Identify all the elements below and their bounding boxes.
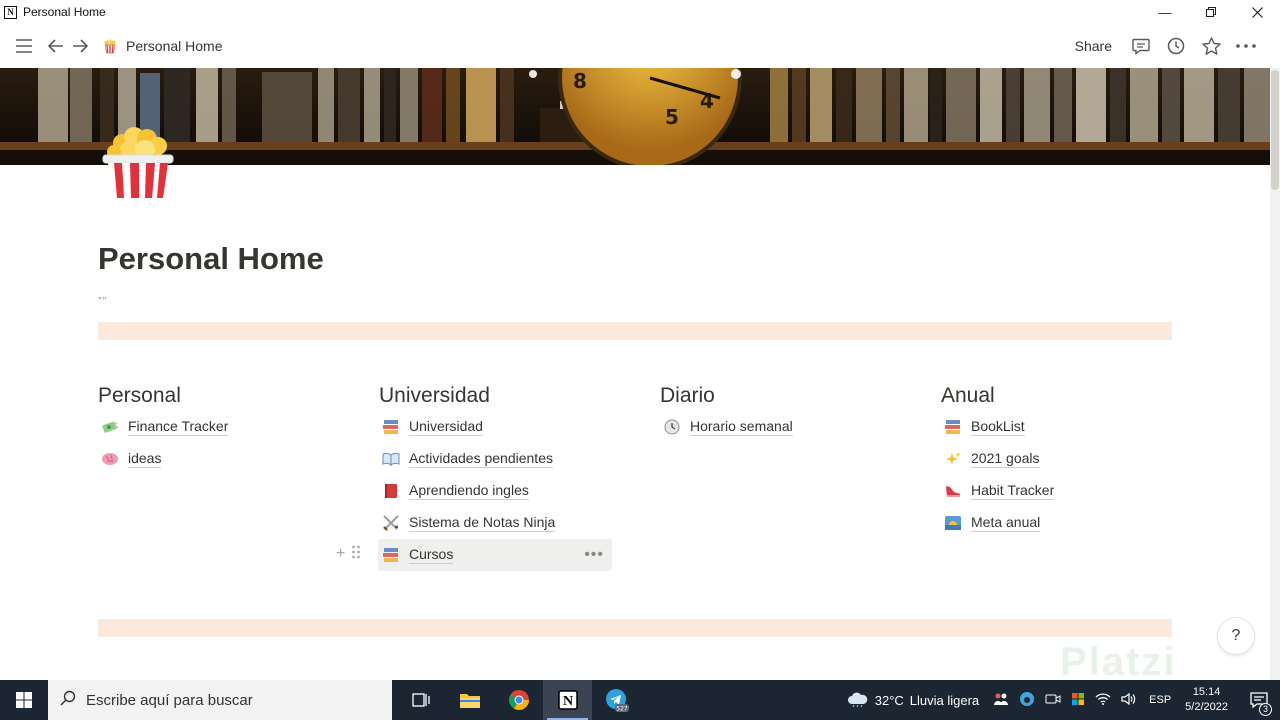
forward-arrow-icon[interactable] — [68, 34, 92, 58]
back-arrow-icon[interactable] — [44, 34, 68, 58]
windows-start-icon[interactable] — [0, 680, 48, 720]
window-title-bar: N Personal Home — — [0, 0, 1280, 24]
file-explorer-icon[interactable] — [445, 680, 494, 720]
column-anual: Anual BookList 2021 goals Habit Tracker … — [941, 381, 1201, 539]
notion-topbar: Personal Home Share — [0, 24, 1270, 68]
page-link-ideas[interactable]: ideas — [100, 443, 358, 475]
page-link-booklist[interactable]: BookList — [943, 411, 1201, 443]
page-link-sistema-notas-ninja[interactable]: Sistema de Notas Ninja — [381, 507, 639, 539]
cover-image[interactable]: 8 4 5 — [0, 68, 1270, 165]
page-link-actividades-pendientes[interactable]: Actividades pendientes — [381, 443, 639, 475]
breadcrumb-label: Personal Home — [126, 38, 223, 54]
telegram-badge: 527 — [616, 706, 628, 713]
column-heading[interactable]: Universidad — [379, 381, 639, 411]
more-options-icon[interactable] — [1234, 34, 1258, 58]
page-link-horario-semanal[interactable]: Horario semanal — [662, 411, 920, 443]
telegram-icon[interactable]: 527 — [592, 680, 641, 720]
share-button[interactable]: Share — [1075, 38, 1112, 54]
minimize-button[interactable]: — — [1142, 0, 1188, 24]
help-button[interactable]: ? — [1218, 618, 1254, 654]
task-view-icon[interactable] — [396, 680, 445, 720]
page-link-finance-tracker[interactable]: Finance Tracker — [100, 411, 358, 443]
shoe-icon — [944, 482, 962, 500]
callout-divider — [98, 619, 1172, 637]
rain-cloud-icon — [847, 692, 867, 708]
brain-icon — [101, 450, 119, 468]
breadcrumb[interactable]: Personal Home — [102, 38, 223, 54]
clock-icon — [663, 418, 681, 436]
favorite-star-icon[interactable] — [1199, 34, 1223, 58]
search-icon — [60, 690, 76, 710]
block-more-icon[interactable]: ••• — [584, 546, 604, 564]
swords-icon — [382, 514, 400, 532]
comments-icon[interactable] — [1129, 34, 1153, 58]
clock-date: 5/2/2022 — [1185, 701, 1228, 713]
red-book-icon — [382, 482, 400, 500]
clock-time: 15:14 — [1192, 686, 1221, 698]
add-block-icon[interactable]: + — [336, 545, 345, 564]
svg-text:8: 8 — [573, 69, 587, 93]
books-icon — [382, 546, 400, 564]
quote-text[interactable]: „„ — [98, 289, 107, 301]
input-language[interactable]: ESP — [1149, 694, 1171, 706]
edge-icon[interactable] — [1019, 691, 1035, 710]
notion-taskbar-icon[interactable]: N — [543, 680, 592, 720]
page-scrollbar[interactable] — [1270, 68, 1280, 680]
block-handles: + — [336, 545, 361, 564]
column-heading[interactable]: Anual — [941, 381, 1201, 411]
volume-icon[interactable] — [1121, 692, 1137, 709]
callout-divider — [98, 322, 1172, 340]
window-title: Personal Home — [23, 5, 106, 19]
notification-count: 3 — [1259, 703, 1272, 716]
windows-taskbar: Escribe aquí para buscar N 527 32°C Lluv… — [0, 680, 1280, 720]
weather-text: Lluvia ligera — [909, 692, 980, 708]
meet-now-icon[interactable] — [1045, 692, 1061, 709]
column-heading[interactable]: Personal — [98, 381, 358, 411]
column-diario: Diario Horario semanal — [660, 381, 920, 443]
column-universidad: Universidad Universidad Actividades pend… — [378, 381, 639, 571]
history-clock-icon[interactable] — [1164, 34, 1188, 58]
taskbar-search-input[interactable]: Escribe aquí para buscar — [48, 680, 392, 720]
open-book-icon — [382, 450, 400, 468]
windows-security-icon[interactable] — [1071, 692, 1085, 709]
restore-button[interactable] — [1188, 0, 1234, 24]
sparkles-icon — [944, 450, 962, 468]
notification-center-icon[interactable]: 3 — [1244, 692, 1274, 716]
column-personal: Personal Finance Tracker ideas — [98, 381, 358, 475]
page-link-universidad[interactable]: Universidad — [381, 411, 639, 443]
chrome-icon[interactable] — [494, 680, 543, 720]
books-icon — [944, 418, 962, 436]
people-icon[interactable] — [993, 692, 1009, 709]
page-link-meta-anual[interactable]: Meta anual — [943, 507, 1201, 539]
money-icon — [101, 418, 119, 436]
scrollbar-thumb[interactable] — [1271, 70, 1279, 190]
search-placeholder: Escribe aquí para buscar — [86, 691, 253, 709]
page-link-cursos[interactable]: Cursos ••• — [378, 539, 612, 571]
page-title[interactable]: Personal Home — [98, 241, 324, 277]
page-link-2021-goals[interactable]: 2021 goals — [943, 443, 1201, 475]
column-heading[interactable]: Diario — [660, 381, 920, 411]
svg-text:N: N — [562, 694, 572, 709]
sidebar-menu-icon[interactable] — [12, 34, 36, 58]
system-tray: 32°C Lluvia ligera ESP 15:14 5/2/2022 3 — [847, 680, 1280, 720]
page-link-habit-tracker[interactable]: Habit Tracker — [943, 475, 1201, 507]
books-icon — [382, 418, 400, 436]
weather-widget[interactable]: 32°C Lluvia ligera — [847, 692, 979, 708]
platzi-watermark: Platzi — [1060, 640, 1177, 684]
popcorn-page-icon[interactable] — [100, 125, 176, 203]
close-window-button[interactable] — [1234, 0, 1280, 24]
sunrise-icon — [944, 514, 962, 532]
page-link-aprendiendo-ingles[interactable]: Aprendiendo ingles — [381, 475, 639, 507]
wifi-icon[interactable] — [1095, 692, 1111, 709]
drag-handle-icon[interactable] — [351, 545, 361, 564]
weather-temp: 32°C — [874, 692, 904, 708]
svg-text:5: 5 — [665, 105, 679, 129]
taskbar-clock[interactable]: 15:14 5/2/2022 — [1185, 685, 1228, 715]
popcorn-icon — [104, 39, 116, 54]
notion-logo-icon: N — [4, 5, 17, 19]
